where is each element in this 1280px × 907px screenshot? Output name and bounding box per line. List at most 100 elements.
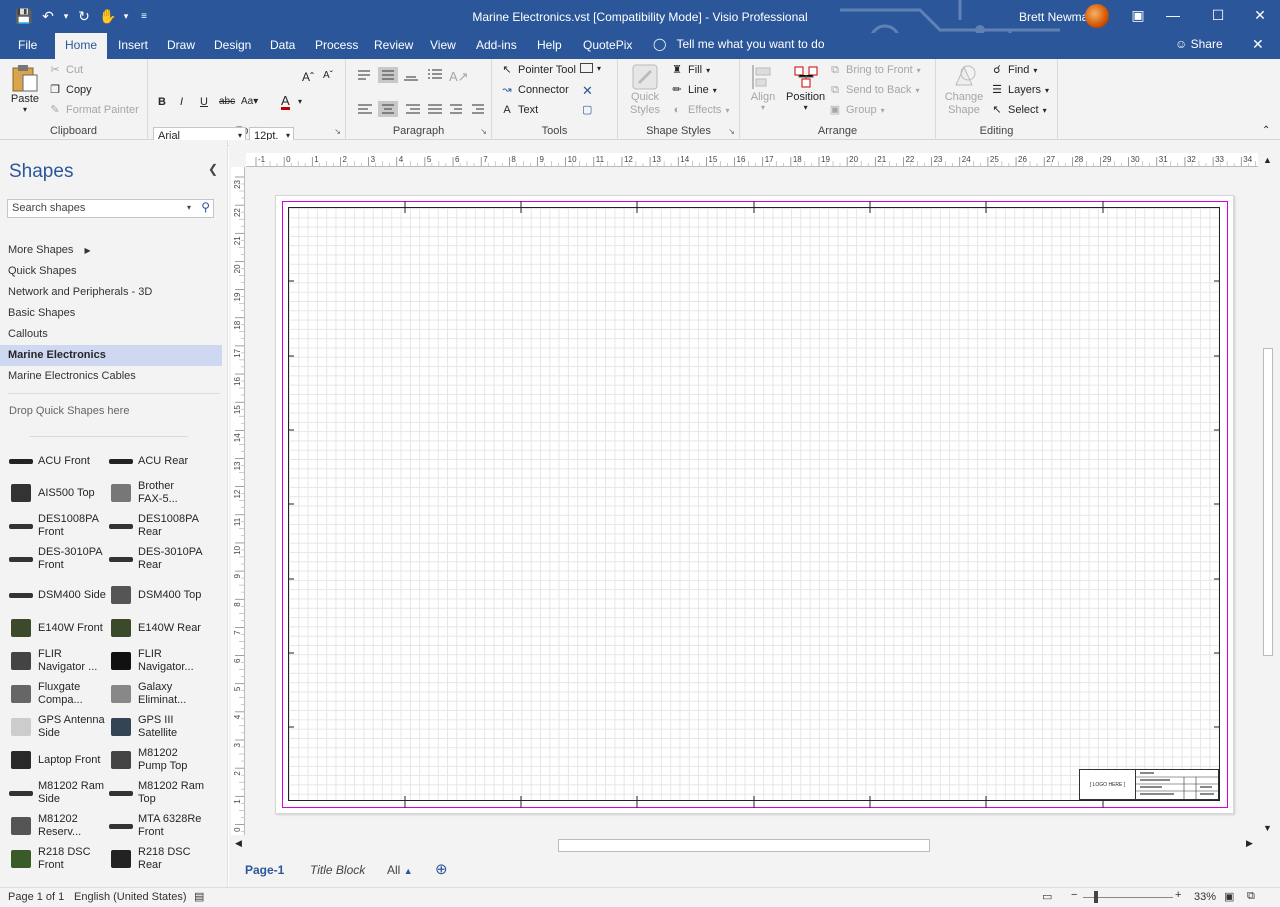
close-ribbon-icon[interactable]: ✕ [1252, 36, 1264, 53]
align-button[interactable]: Align ▾ [750, 63, 776, 112]
shape-item[interactable]: DES1008PA Rear [108, 511, 208, 541]
scroll-down-icon[interactable]: ▼ [1263, 823, 1272, 833]
copy-button[interactable]: ❐ Copy [48, 83, 92, 97]
change-case-icon[interactable]: Aa▾ [241, 96, 258, 107]
line-button[interactable]: ✏ Line ▾ [670, 83, 716, 97]
close-icon[interactable]: ✕ [1250, 7, 1270, 25]
zoom-in-icon[interactable]: + [1175, 889, 1181, 901]
font-color-dropdown-icon[interactable]: ▾ [298, 97, 302, 106]
zoom-level[interactable]: 33% [1194, 891, 1216, 903]
position-button[interactable]: Position ▾ [786, 63, 825, 112]
tab-quotepix[interactable]: QuotePix [583, 38, 632, 52]
add-page-icon[interactable]: ⊕ [435, 860, 448, 878]
fit-page-icon[interactable]: ▣ [1224, 890, 1234, 903]
tab-view[interactable]: View [430, 38, 456, 52]
search-dropdown-icon[interactable]: ▾ [187, 203, 191, 212]
switch-windows-icon[interactable]: ⧉ [1247, 890, 1255, 903]
zoom-slider-thumb[interactable] [1094, 891, 1098, 903]
page-tab-page-1[interactable]: Page-1 [245, 863, 284, 877]
shape-item[interactable]: M81202 Ram Top [108, 778, 208, 808]
shape-item[interactable]: FLIR Navigator... [108, 646, 208, 676]
shape-item[interactable]: R218 DSC Front [8, 844, 108, 874]
bring-to-front-button[interactable]: ⧉ Bring to Front ▾ [828, 63, 921, 77]
select-button[interactable]: ↖ Select ▾ [990, 103, 1046, 117]
paragraph-dialog-icon[interactable]: ↘ [480, 127, 487, 136]
italic-icon[interactable]: I [180, 96, 183, 108]
user-name[interactable]: Brett Newman [1019, 10, 1095, 24]
shape-item[interactable]: GPS III Satellite [108, 712, 208, 742]
shape-styles-dialog-icon[interactable]: ↘ [728, 127, 735, 136]
quick-styles-button[interactable]: Quick Styles [625, 63, 665, 117]
shape-item[interactable]: DES1008PA Front [8, 511, 108, 541]
search-icon[interactable]: ⚲ [201, 200, 210, 214]
find-button[interactable]: ☌ Find ▾ [990, 63, 1037, 77]
tab-process[interactable]: Process [315, 38, 358, 52]
connection-point-icon[interactable]: ✕ [582, 83, 593, 99]
shape-item[interactable]: Laptop Front [8, 745, 108, 775]
presentation-mode-icon[interactable]: ▭ [1042, 890, 1052, 903]
shape-item[interactable]: DSM400 Side [8, 580, 108, 610]
shape-item[interactable]: Fluxgate Compa... [8, 679, 108, 709]
shape-item[interactable]: M81202 Reserv... [8, 811, 108, 841]
send-to-back-button[interactable]: ⧉ Send to Back ▾ [828, 83, 919, 97]
strikethrough-icon[interactable]: abc [219, 96, 235, 107]
cut-button[interactable]: ✂ Cut [48, 63, 83, 77]
tab-review[interactable]: Review [374, 38, 413, 52]
ribbon-display-icon[interactable]: ▣ [1128, 7, 1148, 25]
change-shape-button[interactable]: Change Shape [944, 63, 984, 117]
paste-button[interactable]: Paste ▾ [10, 63, 40, 114]
tab-help[interactable]: Help [537, 38, 562, 52]
stencil-network-3d[interactable]: Network and Peripherals - 3D [0, 282, 222, 303]
scroll-up-icon[interactable]: ▲ [1263, 155, 1272, 165]
rectangle-tool-button[interactable]: ▾ [580, 63, 601, 73]
shape-item[interactable]: M81202 Ram Side [8, 778, 108, 808]
tab-home[interactable]: Home [55, 33, 108, 59]
shape-item[interactable]: E140W Rear [108, 613, 208, 643]
search-shapes-input[interactable]: Search shapes ▾ ⚲ [7, 199, 214, 218]
tab-add-ins[interactable]: Add-ins [476, 38, 517, 52]
tab-data[interactable]: Data [270, 38, 295, 52]
collapse-ribbon-icon[interactable]: ⌃ [1262, 125, 1270, 136]
shape-item[interactable]: FLIR Navigator ... [8, 646, 108, 676]
fill-button[interactable]: ♜ Fill ▾ [670, 63, 710, 77]
page-tab-all[interactable]: All ▲ [387, 863, 413, 877]
shrink-font-icon[interactable]: Aˇ [323, 70, 333, 81]
font-dialog-icon[interactable]: ↘ [334, 127, 341, 136]
minimize-icon[interactable]: — [1163, 7, 1183, 25]
shape-item[interactable]: AIS500 Top [8, 478, 108, 508]
macro-record-icon[interactable]: ▤ [194, 890, 204, 903]
stencil-more-shapes[interactable]: More Shapes ▶ [0, 240, 222, 261]
shape-item[interactable]: DES-3010PA Front [8, 544, 108, 574]
title-block[interactable]: [ LOGO HERE ] [1079, 769, 1219, 800]
pointer-tool-button[interactable]: ↖ Pointer Tool [500, 63, 576, 77]
shape-item[interactable]: R218 DSC Rear [108, 844, 208, 874]
page-tab-title-block[interactable]: Title Block [310, 863, 365, 877]
shape-item[interactable]: ACU Rear [108, 446, 208, 476]
scroll-left-icon[interactable]: ◀ [235, 838, 242, 849]
stencil-marine-cables[interactable]: Marine Electronics Cables [0, 366, 222, 387]
scroll-right-icon[interactable]: ▶ [1246, 838, 1253, 849]
stencil-callouts[interactable]: Callouts [0, 324, 222, 345]
font-color-icon[interactable]: A [281, 94, 290, 110]
page-count[interactable]: Page 1 of 1 [8, 891, 64, 903]
stencil-marine-electronics[interactable]: Marine Electronics [0, 345, 222, 366]
language[interactable]: English (United States) [74, 891, 187, 903]
tab-file[interactable]: File [18, 38, 37, 52]
bold-icon[interactable]: B [158, 96, 166, 108]
maximize-icon[interactable]: ☐ [1208, 7, 1228, 25]
effects-button[interactable]: ◐ Effects ▾ [670, 103, 730, 117]
shape-item[interactable]: ACU Front [8, 446, 108, 476]
crop-tool-icon[interactable]: ▢ [582, 103, 592, 116]
collapse-panel-icon[interactable]: ❮ [208, 162, 218, 176]
shape-item[interactable]: E140W Front [8, 613, 108, 643]
stencil-quick-shapes[interactable]: Quick Shapes [0, 261, 222, 282]
grow-font-icon[interactable]: Aˆ [302, 70, 314, 84]
tab-draw[interactable]: Draw [167, 38, 195, 52]
shape-item[interactable]: DSM400 Top [108, 580, 208, 610]
tab-design[interactable]: Design [214, 38, 251, 52]
stencil-basic-shapes[interactable]: Basic Shapes [0, 303, 222, 324]
underline-icon[interactable]: U [200, 96, 208, 108]
shape-item[interactable]: DES-3010PA Rear [108, 544, 208, 574]
tab-insert[interactable]: Insert [118, 38, 148, 52]
horizontal-scroll-thumb[interactable] [558, 839, 930, 852]
